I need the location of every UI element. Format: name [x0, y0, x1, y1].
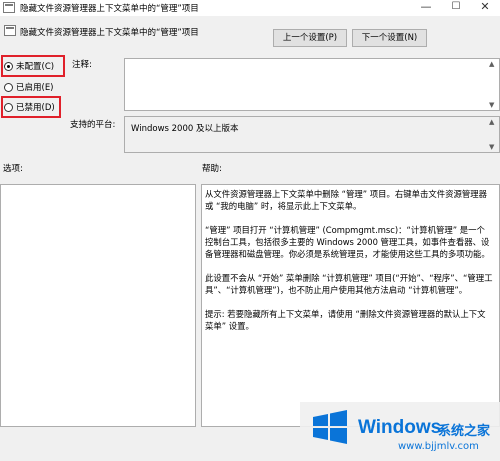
help-paragraph: 从文件资源管理器上下文菜单中删除 “管理” 项目。右键单击文件资源管理器或 “我… — [205, 189, 487, 211]
previous-setting-button[interactable]: 上一个设置(P) — [273, 29, 347, 47]
scroll-down-icon[interactable]: ▼ — [489, 101, 494, 109]
comment-label: 注释: — [72, 60, 92, 70]
windows-logo-icon — [313, 410, 347, 444]
radio-label: 已启用(E) — [16, 83, 54, 93]
platform-value: Windows 2000 及以上版本 — [131, 124, 239, 134]
highlight-box — [1, 96, 61, 118]
help-pane: 从文件资源管理器上下文菜单中删除 “管理” 项目。右键单击文件资源管理器或 “我… — [201, 184, 500, 427]
platform-label: 支持的平台: — [70, 120, 116, 130]
scroll-up-icon[interactable]: ▲ — [489, 60, 494, 68]
policy-icon — [4, 25, 16, 36]
scroll-up-icon[interactable]: ▲ — [489, 118, 494, 126]
watermark-url: www.bjjmlv.com — [398, 441, 479, 452]
watermark-brand: Windows — [358, 417, 442, 438]
highlight-box — [1, 55, 65, 77]
options-pane — [0, 184, 196, 427]
title-bar: 隐藏文件资源管理器上下文菜单中的“管理”项目 — ☐ ✕ — [0, 0, 500, 16]
scroll-down-icon[interactable]: ▼ — [489, 143, 494, 151]
comment-input[interactable]: ▲ ▼ — [124, 58, 500, 111]
help-label: 帮助: — [202, 164, 222, 174]
watermark-brand-cn: 系统之家 — [438, 424, 491, 439]
platform-scrollbar[interactable]: ▲ ▼ — [487, 117, 499, 152]
setting-title: 隐藏文件资源管理器上下文菜单中的“管理”项目 — [20, 28, 199, 38]
options-label: 选项: — [3, 164, 23, 174]
help-paragraph: 此设置不会从 “开始” 菜单删除 “计算机管理” 项目(“开始”、“程序”、“管… — [205, 273, 493, 295]
help-text: 从文件资源管理器上下文菜单中删除 “管理” 项目。右键单击文件资源管理器或 “我… — [205, 188, 493, 344]
radio-button-icon[interactable] — [4, 82, 13, 92]
close-button[interactable]: ✕ — [470, 0, 500, 16]
help-paragraph: “管理” 项目打开 “计算机管理” (Compmgmt.msc)：“计算机管理”… — [205, 225, 490, 259]
help-paragraph: 提示: 若要隐藏所有上下文菜单，请使用 “删除文件资源管理器的默认上下文菜单” … — [205, 309, 486, 331]
window-title: 隐藏文件资源管理器上下文菜单中的“管理”项目 — [20, 4, 199, 14]
minimize-button[interactable]: — — [411, 0, 441, 16]
comment-scrollbar[interactable]: ▲ ▼ — [487, 59, 499, 110]
maximize-button[interactable]: ☐ — [441, 0, 471, 16]
watermark: Windows 系统之家 www.bjjmlv.com — [300, 402, 500, 461]
policy-icon — [3, 2, 15, 13]
radio-enabled[interactable]: 已启用(E) — [4, 80, 54, 94]
supported-platform-field: Windows 2000 及以上版本 ▲ ▼ — [124, 116, 500, 153]
next-setting-button[interactable]: 下一个设置(N) — [352, 29, 427, 47]
